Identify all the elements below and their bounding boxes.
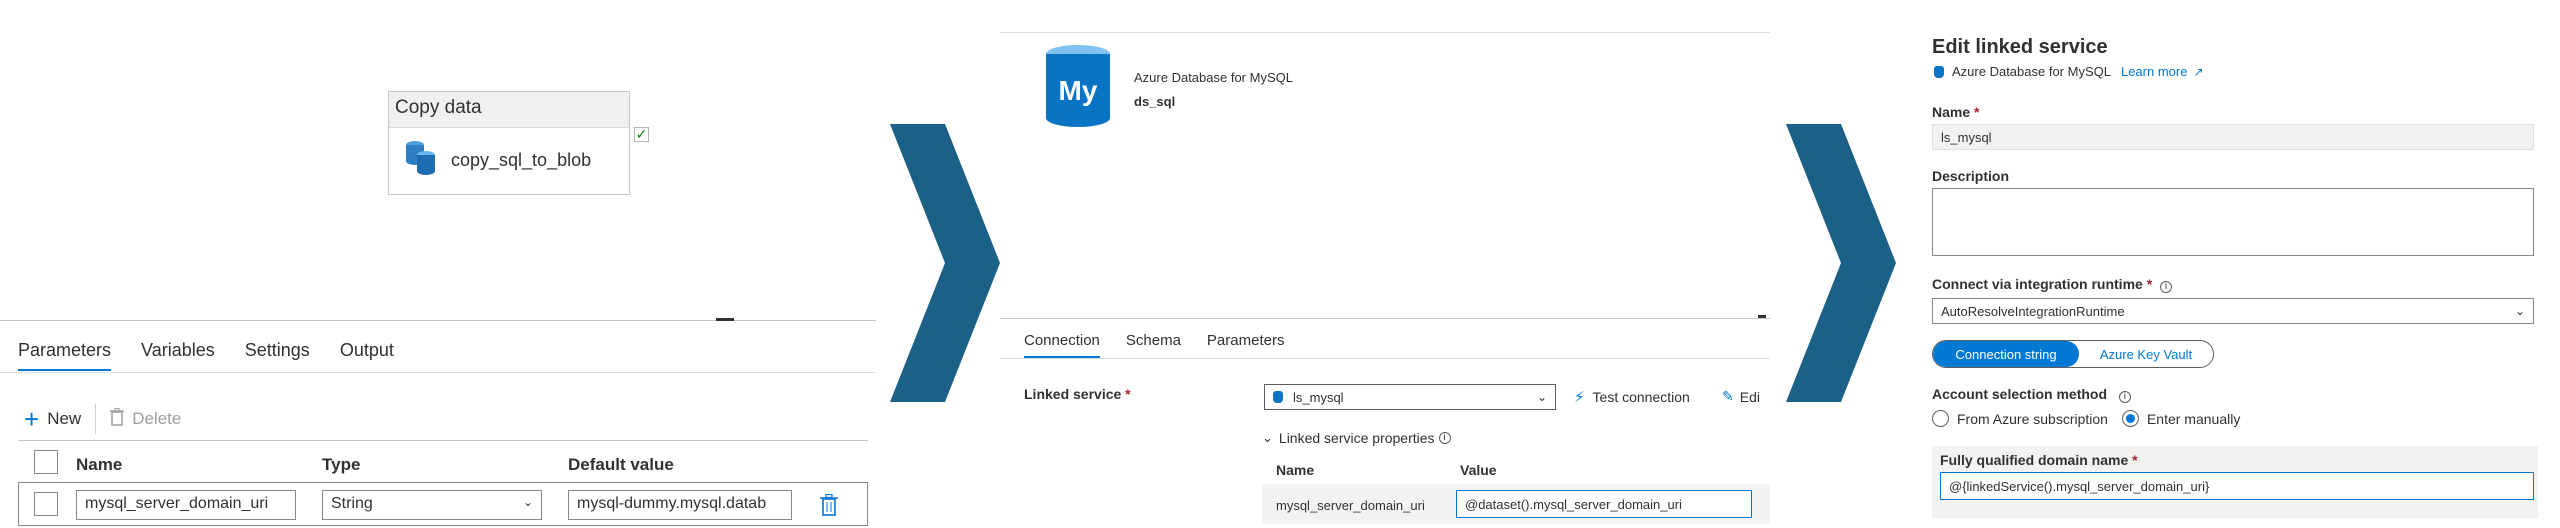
chevron-down-icon: ⌄ <box>1536 390 1547 404</box>
row-checkbox[interactable] <box>34 492 58 516</box>
info-icon: i <box>1438 432 1451 444</box>
tab-variables[interactable]: Variables <box>141 340 215 371</box>
tab-output[interactable]: Output <box>340 340 394 371</box>
azure-key-vault-tab[interactable]: Azure Key Vault <box>2079 341 2213 367</box>
dataset-type: Azure Database for MySQL <box>1134 70 1293 85</box>
resize-handle-2[interactable] <box>1758 315 1766 318</box>
panel2-top-border <box>1000 32 1770 33</box>
plug-icon: ⚡ <box>1574 389 1585 406</box>
dataset-tabs-underline <box>1000 358 1770 359</box>
dataset-name: ds_sql <box>1134 94 1176 109</box>
runtime-value: AutoResolveIntegrationRuntime <box>1941 304 2125 319</box>
connection-string-tab[interactable]: Connection string <box>1933 341 2079 367</box>
learn-more-label: Learn more <box>2120 64 2188 79</box>
description-textarea[interactable] <box>1932 188 2534 256</box>
activity-name: copy_sql_to_blob <box>451 150 592 170</box>
resize-handle[interactable] <box>716 318 734 321</box>
info-icon: i <box>2160 281 2173 293</box>
properties-toggle-label: Linked service properties <box>1278 430 1435 446</box>
tab-connection[interactable]: Connection <box>1024 332 1100 358</box>
tabs-underline <box>0 372 876 373</box>
test-connection-label: Test connection <box>1592 389 1690 405</box>
tab-parameters[interactable]: Parameters <box>18 340 112 371</box>
chevron-down-icon: ⌄ <box>522 495 533 509</box>
col-header-default: Default value <box>568 455 674 474</box>
edit-button[interactable]: ✎ Edi <box>1722 388 1760 405</box>
runtime-select[interactable]: AutoResolveIntegrationRuntime ⌄ <box>1932 298 2534 324</box>
linked-service-properties-toggle[interactable]: ⌄ Linked service properties i <box>1262 430 1451 446</box>
page-title: Edit linked service <box>1932 36 2108 58</box>
tab-schema[interactable]: Schema <box>1126 332 1181 358</box>
enter-manually-label: Enter manually <box>2146 410 2241 427</box>
fqdn-input[interactable]: @{linkedService().mysql_server_domain_ur… <box>1940 472 2534 500</box>
database-copy-icon <box>405 140 437 181</box>
name-input[interactable]: ls_mysql <box>1932 124 2534 150</box>
toolbar-separator <box>95 404 97 434</box>
delete-label: Delete <box>132 409 182 428</box>
chevron-right-icon <box>1786 124 1896 402</box>
select-all-checkbox[interactable] <box>34 450 58 474</box>
chevron-down-icon: ⌄ <box>2514 304 2525 318</box>
param-type-value: String <box>331 495 373 512</box>
panel2-divider <box>1000 318 1770 319</box>
test-connection-button[interactable]: ⚡ Test connection <box>1574 388 1690 406</box>
mysql-small-icon <box>1273 391 1283 403</box>
learn-more-link[interactable]: Learn more ↗ <box>2121 64 2204 79</box>
plus-icon: + <box>24 404 40 434</box>
service-type: Azure Database for MySQL <box>1952 64 2111 79</box>
account-method-label: Account selection method i <box>1932 386 2131 403</box>
prop-value-input[interactable]: @dataset().mysql_server_domain_uri <box>1456 490 1752 518</box>
tab-parameters-2[interactable]: Parameters <box>1207 332 1285 358</box>
description-label: Description <box>1932 168 2010 184</box>
props-header-value: Value <box>1460 462 1497 478</box>
enter-manually-radio[interactable] <box>2121 410 2139 427</box>
pencil-icon: ✎ <box>1722 388 1734 404</box>
from-subscription-label: From Azure subscription <box>1957 410 2108 427</box>
trash-icon <box>110 407 125 431</box>
delete-row-icon[interactable] <box>820 493 838 521</box>
prop-name: mysql_server_domain_uri <box>1276 498 1425 513</box>
new-label: New <box>47 409 82 428</box>
chevron-right-icon <box>890 124 1000 402</box>
param-type-select[interactable]: String ⌄ <box>322 490 542 520</box>
fqdn-label: Fully qualified domain name * <box>1940 452 2138 468</box>
grid-top-border <box>18 440 868 441</box>
mysql-database-icon: My <box>1046 45 1110 127</box>
service-type-row: Azure Database for MySQL Learn more ↗ <box>1934 64 2204 79</box>
from-subscription-radio[interactable] <box>1932 410 1949 427</box>
edit-label: Edi <box>1739 388 1760 405</box>
param-name-input[interactable]: mysql_server_domain_uri <box>76 490 296 520</box>
col-header-name: Name <box>76 455 123 474</box>
external-link-icon: ↗ <box>2193 64 2204 79</box>
info-icon: i <box>2118 391 2131 403</box>
parameters-toolbar: + New Delete <box>24 404 181 434</box>
mysql-small-icon <box>1934 65 1944 78</box>
name-label: Name * <box>1932 104 1980 120</box>
new-button[interactable]: + New <box>24 404 82 434</box>
activity-header: Copy data <box>389 92 629 128</box>
param-default-input[interactable]: mysql-dummy.mysql.datab <box>568 490 792 520</box>
dataset-tabs: Connection Schema Parameters <box>1024 332 1284 358</box>
pipeline-tabs: Parameters Variables Settings Output <box>18 340 394 371</box>
linked-service-label: Linked service * <box>1024 386 1131 402</box>
mysql-logo-text: My <box>1059 75 1098 106</box>
chevron-down-icon: ⌄ <box>1262 430 1273 445</box>
radio-group: From Azure subscription Enter manually <box>1932 410 2240 427</box>
linked-service-select[interactable]: ls_mysql ⌄ <box>1264 384 1556 410</box>
copy-data-activity[interactable]: Copy data copy_sql_to_blob <box>388 91 630 195</box>
check-icon: ✓ <box>634 126 649 142</box>
runtime-label: Connect via integration runtime * i <box>1932 276 2173 293</box>
auth-toggle: Connection string Azure Key Vault <box>1932 340 2214 368</box>
col-header-type: Type <box>322 455 361 474</box>
tab-settings[interactable]: Settings <box>245 340 310 371</box>
panel-divider <box>0 320 876 321</box>
delete-button[interactable]: Delete <box>110 407 182 431</box>
linked-service-value: ls_mysql <box>1293 389 1344 405</box>
props-header-name: Name <box>1276 462 1315 478</box>
